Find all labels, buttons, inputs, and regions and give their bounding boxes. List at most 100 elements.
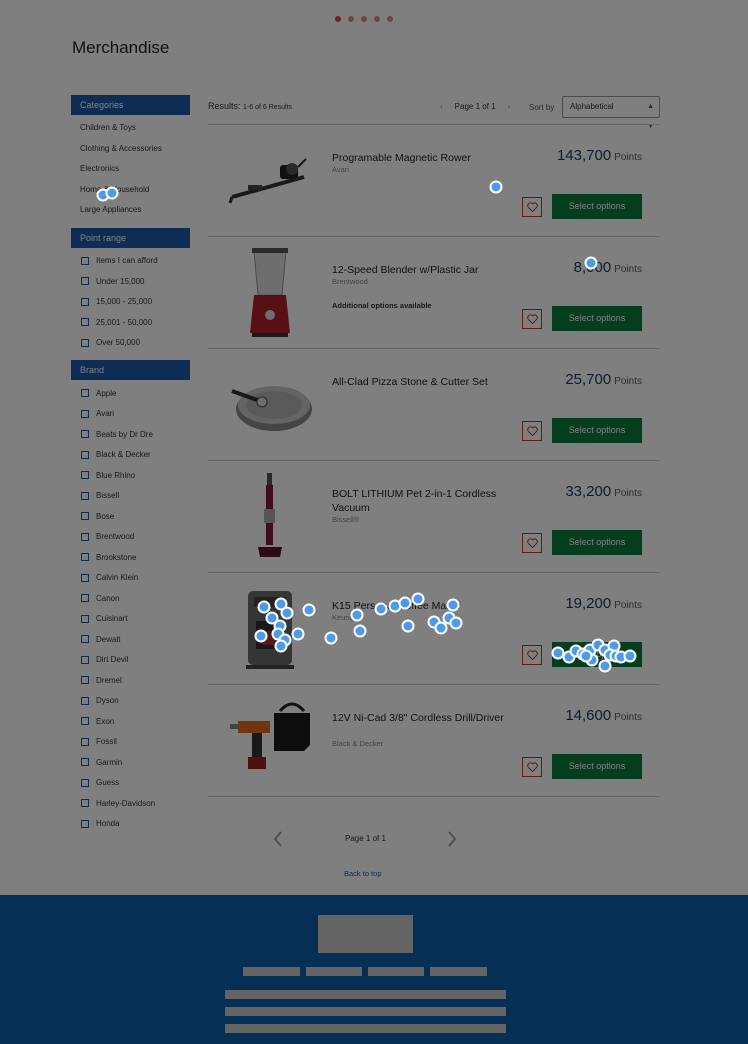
checkbox[interactable] (81, 655, 89, 664)
pizza-stone-image[interactable] (224, 357, 316, 453)
product-name[interactable]: 12-Speed Blender w/Plastic Jar (332, 263, 532, 277)
wishlist-heart-button[interactable] (522, 757, 542, 777)
chevron-left-icon[interactable] (272, 830, 284, 848)
checkbox[interactable] (81, 594, 89, 603)
drill-image[interactable] (224, 693, 316, 789)
checkbox[interactable] (81, 758, 89, 767)
checkbox[interactable] (81, 799, 89, 808)
checkbox[interactable] (81, 450, 89, 459)
wishlist-heart-button[interactable] (522, 533, 542, 553)
back-to-top-link[interactable]: Back to top (344, 869, 382, 878)
point-range-filter[interactable]: Under 15,000 (71, 271, 190, 292)
category-item[interactable]: Home & Household (71, 180, 190, 201)
brand-filter[interactable]: Fossil (71, 732, 190, 753)
checkbox[interactable] (81, 635, 89, 644)
brand-filter[interactable]: Exon (71, 711, 190, 732)
footer-nav-link[interactable] (243, 967, 300, 976)
brand-filter[interactable]: Dremel (71, 670, 190, 691)
carousel-dot[interactable] (335, 16, 341, 22)
checkbox[interactable] (81, 717, 89, 726)
product-name[interactable]: BOLT LITHIUM Pet 2-in-1 Cordless Vacuum (332, 487, 532, 515)
select-options-button[interactable]: Select options (552, 530, 642, 555)
coffee-maker-image[interactable] (224, 581, 316, 677)
footer-nav-link[interactable] (368, 967, 424, 976)
points-value: 14,600 (565, 707, 612, 724)
wishlist-heart-button[interactable] (522, 309, 542, 329)
checkbox[interactable] (81, 512, 89, 521)
footer-nav-link[interactable] (430, 967, 487, 976)
checkbox[interactable] (81, 696, 89, 705)
footer-nav-link[interactable] (306, 967, 362, 976)
product-name[interactable]: K15 Personal Coffee Maker (332, 599, 532, 613)
chevron-left-icon[interactable]: ‹ (440, 102, 443, 111)
category-item[interactable]: Large Appliances (71, 200, 190, 221)
brand-filter[interactable]: Garmin (71, 752, 190, 773)
checkbox[interactable] (81, 389, 89, 398)
sort-select[interactable]: Alphabetical ▲ ▼ (562, 96, 660, 130)
checkbox[interactable] (81, 778, 89, 787)
select-options-button[interactable]: Select options (552, 754, 642, 779)
brand-filter[interactable]: Brookstone (71, 547, 190, 568)
vacuum-image[interactable] (224, 469, 316, 565)
checkbox[interactable] (81, 277, 89, 286)
select-options-button[interactable]: Select options (552, 418, 642, 443)
wishlist-heart-button[interactable] (522, 197, 542, 217)
brand-filter[interactable]: Calvin Klein (71, 568, 190, 589)
checkbox[interactable] (81, 491, 89, 500)
checkbox[interactable] (81, 532, 89, 541)
brand-filter[interactable]: Canon (71, 588, 190, 609)
brand-filter[interactable]: Bissell (71, 486, 190, 507)
point-range-filter[interactable]: Items I can afford (71, 251, 190, 272)
checkbox[interactable] (81, 553, 89, 562)
carousel-dot[interactable] (348, 16, 354, 22)
carousel-dot[interactable] (387, 16, 393, 22)
brand-filter[interactable]: Apple (71, 383, 190, 404)
category-item[interactable]: Electronics (71, 159, 190, 180)
product-name[interactable]: 12V Ni-Cad 3/8" Cordless Drill/Driver (332, 711, 532, 725)
checkbox[interactable] (81, 409, 89, 418)
rower-image[interactable] (224, 133, 316, 229)
checkbox[interactable] (81, 430, 89, 439)
product-name[interactable]: Programable Magnetic Rower (332, 151, 532, 165)
brand-filter[interactable]: Blue Rhino (71, 465, 190, 486)
brand-filter[interactable]: Dyson (71, 691, 190, 712)
brand-filter[interactable]: Beats by Dr Dre (71, 424, 190, 445)
chevron-right-icon[interactable] (446, 830, 458, 848)
category-item[interactable]: Clothing & Accessories (71, 139, 190, 160)
brand-filter[interactable]: Cuisinart (71, 609, 190, 630)
product-name[interactable]: All-Clad Pizza Stone & Cutter Set (332, 375, 532, 389)
checkbox[interactable] (81, 471, 89, 480)
checkbox[interactable] (81, 737, 89, 746)
checkbox[interactable] (81, 573, 89, 582)
brand-filter[interactable]: Black & Decker (71, 445, 190, 466)
checkbox[interactable] (81, 819, 89, 828)
brand-filter[interactable]: Avari (71, 404, 190, 425)
brand-filter[interactable]: Dirt Devil (71, 650, 190, 671)
carousel-dot[interactable] (374, 16, 380, 22)
checkbox[interactable] (81, 256, 89, 265)
checkbox[interactable] (81, 297, 89, 306)
brand-filter[interactable]: Guess (71, 773, 190, 794)
wishlist-heart-button[interactable] (522, 421, 542, 441)
brand-filter[interactable]: Brentwood (71, 527, 190, 548)
select-options-button[interactable]: Select options (552, 642, 642, 667)
brand-filter[interactable]: Dewalt (71, 629, 190, 650)
carousel-dot[interactable] (361, 16, 367, 22)
brand-filter[interactable]: Harley-Davidson (71, 793, 190, 814)
checkbox[interactable] (81, 676, 89, 685)
checkbox[interactable] (81, 614, 89, 623)
point-range-filter[interactable]: Over 50,000 (71, 333, 190, 354)
blender-image[interactable] (224, 245, 316, 341)
point-range-filter[interactable]: 15,000 - 25,000 (71, 292, 190, 313)
point-range-filter[interactable]: 25,001 - 50,000 (71, 312, 190, 333)
brand-filter[interactable]: Bose (71, 506, 190, 527)
brand-filter[interactable]: Honda (71, 814, 190, 835)
select-options-button[interactable]: Select options (552, 306, 642, 331)
checkbox[interactable] (81, 318, 89, 327)
chevron-right-icon[interactable]: › (508, 102, 511, 111)
category-item[interactable]: Children & Toys (71, 118, 190, 139)
select-options-button[interactable]: Select options (552, 194, 642, 219)
points-value: 8,000 (573, 259, 612, 276)
checkbox[interactable] (81, 338, 89, 347)
wishlist-heart-button[interactable] (522, 645, 542, 665)
